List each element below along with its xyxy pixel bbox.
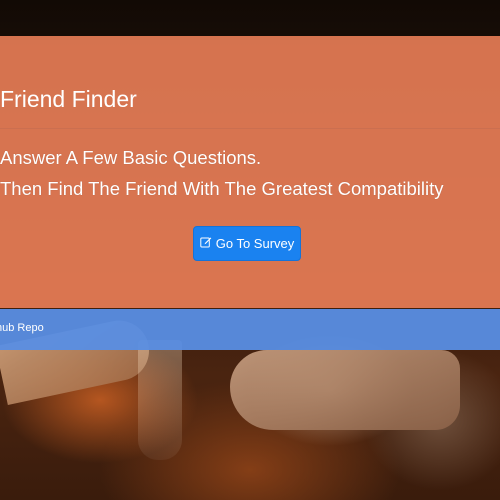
background-hand	[230, 350, 460, 430]
title-divider	[0, 128, 500, 129]
lead-text-line-2: Then Find The Friend With The Greatest C…	[0, 178, 444, 199]
jumbotron	[0, 36, 500, 308]
github-repo-link[interactable]: hub Repo	[0, 322, 44, 334]
go-to-survey-label: Go To Survey	[215, 236, 295, 251]
lead-text-line-1: Answer A Few Basic Questions.	[0, 147, 262, 168]
edit-icon	[200, 236, 212, 251]
go-to-survey-button[interactable]: Go To Survey	[193, 226, 301, 261]
background-wine-glass	[138, 340, 182, 460]
footer-bar: hub Repo	[0, 309, 500, 350]
page-title: Friend Finder	[0, 86, 137, 112]
